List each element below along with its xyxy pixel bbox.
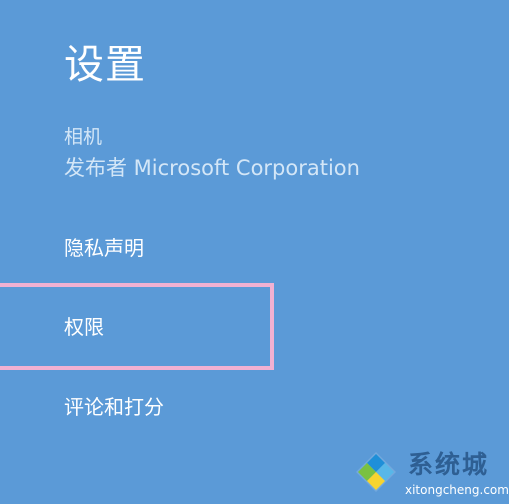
diamond-logo-icon	[356, 452, 396, 492]
watermark-url: xitongcheng.com	[405, 483, 509, 497]
permissions-link[interactable]: 权限	[64, 313, 104, 341]
settings-panel: 设置 相机 发布者 Microsoft Corporation 隐私声明 权限 …	[0, 0, 509, 504]
app-name: 相机	[64, 126, 103, 148]
watermark-title: 系统城	[408, 450, 490, 479]
app-publisher: 发布者 Microsoft Corporation	[64, 156, 360, 180]
page-title: 设置	[64, 42, 146, 88]
privacy-statement-link[interactable]: 隐私声明	[64, 234, 144, 262]
rate-and-review-link[interactable]: 评论和打分	[64, 393, 164, 421]
highlight-box	[0, 283, 274, 370]
watermark: 系统城 xitongcheng.com	[338, 446, 509, 504]
